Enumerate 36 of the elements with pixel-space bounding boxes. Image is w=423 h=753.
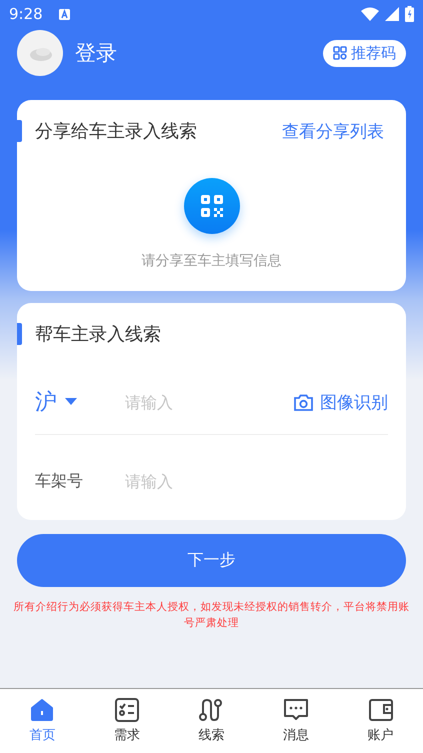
card-title: 帮车主录入线索: [35, 323, 161, 346]
title-accent-bar: [17, 120, 22, 142]
message-icon: [284, 698, 308, 722]
camera-icon: [294, 394, 313, 410]
wallet-icon: [368, 698, 393, 722]
grid-icon: [333, 46, 347, 60]
route-icon: [199, 698, 224, 722]
qr-code-button[interactable]: [184, 178, 240, 234]
tab-bar-item[interactable]: 首页: [0, 689, 85, 753]
share-hint: 请分享至车主填写信息: [142, 252, 282, 270]
tab-bar-item[interactable]: 账户: [338, 689, 423, 753]
title-accent-bar: [17, 323, 22, 345]
checklist-icon: [114, 698, 139, 722]
caret-icon: [65, 398, 77, 406]
signal-icon: [385, 7, 399, 21]
login-title[interactable]: 登录: [75, 39, 117, 67]
province-dropdown[interactable]: 沪: [35, 387, 123, 417]
status-time: 9:28: [9, 5, 43, 23]
card-title: 分享给车主录入线索: [35, 120, 197, 143]
tab-bar-item[interactable]: 线索: [169, 689, 254, 753]
next-step-button[interactable]: 下一步: [17, 534, 406, 587]
wifi-icon: [361, 7, 379, 21]
notification-icon: [58, 8, 70, 20]
tab-bar-item[interactable]: 需求: [84, 689, 170, 753]
tab-bar-item[interactable]: 消息: [254, 689, 338, 753]
plate-number-field[interactable]: 请输入: [123, 392, 294, 412]
battery-icon: [405, 6, 414, 22]
avatar[interactable]: [17, 30, 63, 76]
qr-code-icon: [200, 194, 224, 218]
authorization-notice: 所有介绍行为必须获得车主本人授权，如发现未经授权的销售转介，平台将禁用账号严肃处理: [12, 600, 410, 631]
vin-field[interactable]: 请输入: [123, 470, 388, 492]
referral-code-button[interactable]: 推荐码: [323, 40, 406, 66]
image-recognition-button[interactable]: 图像识别: [294, 390, 388, 414]
vin-label: 车架号: [35, 470, 84, 492]
home-icon: [30, 698, 54, 722]
share-list-link[interactable]: 查看分享列表: [282, 120, 384, 142]
